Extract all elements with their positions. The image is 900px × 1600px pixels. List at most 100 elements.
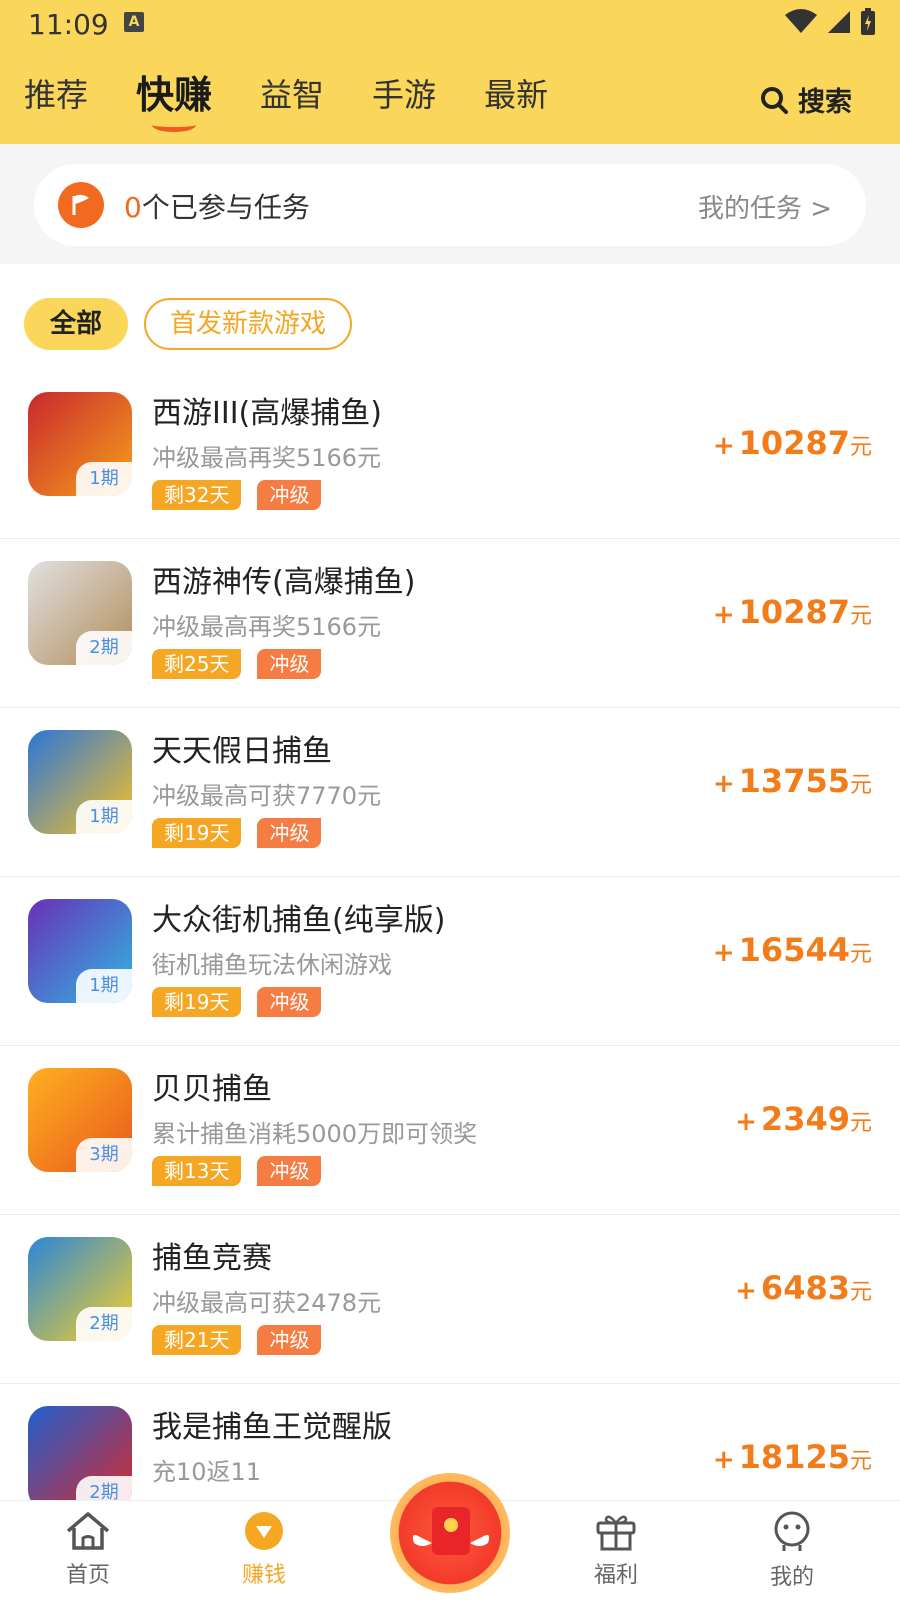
reward-amount: +2349元 — [735, 1100, 872, 1138]
game-row[interactable]: 3期 贝贝捕鱼累计捕鱼消耗5000万即可领奖 剩13天 冲级 +2349元 — [0, 1046, 900, 1215]
filter-all[interactable]: 全部 — [24, 298, 128, 350]
nav-profile[interactable]: 我的 — [732, 1511, 852, 1591]
bottom-nav: 首页 赚钱 福利 我的 — [0, 1473, 900, 1600]
reward-amount: +18125元 — [713, 1438, 872, 1476]
task-summary: 0个已参与任务 — [124, 186, 310, 226]
filter-new-games[interactable]: 首发新款游戏 — [144, 298, 353, 350]
game-tags: 剩13天 冲级 — [152, 1156, 322, 1186]
reward-value: 2349 — [760, 1100, 850, 1138]
reward-plus: + — [712, 431, 735, 461]
game-title: 捕鱼竞赛 — [152, 1241, 272, 1276]
tab-mobile-games[interactable]: 手游 — [372, 72, 436, 132]
level-up-tag: 冲级 — [257, 987, 322, 1017]
period-badge: 1期 — [76, 800, 132, 834]
reward-value: 10287 — [738, 593, 850, 631]
game-icon: 2期 — [28, 1406, 132, 1500]
reward-plus: + — [712, 938, 735, 968]
period-badge: 2期 — [76, 1307, 132, 1341]
signal-icon — [828, 11, 850, 33]
filter-chips: 全部 首发新款游戏 — [24, 298, 353, 350]
game-title: 西游III(高爆捕鱼) — [152, 396, 382, 431]
tab-puzzle[interactable]: 益智 — [260, 72, 324, 132]
period-badge: 2期 — [76, 631, 132, 665]
game-tags: 剩19天 冲级 — [152, 818, 322, 848]
game-description: 充10返11 — [152, 1458, 262, 1486]
game-icon: 2期 — [28, 1237, 132, 1341]
reward-plus: + — [712, 600, 735, 630]
game-row[interactable]: 1期 大众街机捕鱼(纯享版) 街机捕鱼玩法休闲游戏 剩19天 冲级 +16544元 — [0, 877, 900, 1046]
game-list-section: 全部 首发新款游戏 1期 西游III(高爆捕鱼) 冲级最高再奖5166元 剩32天 冲级… — [0, 264, 900, 1500]
game-tags: 剩21天 冲级 — [152, 1325, 322, 1355]
reward-amount: +10287元 — [713, 593, 872, 631]
reward-plus: + — [712, 1445, 735, 1475]
level-up-tag: 冲级 — [257, 818, 322, 848]
level-up-tag: 冲级 — [257, 1156, 322, 1186]
tab-quick-earn[interactable]: 快赚 — [136, 72, 212, 132]
search-button[interactable]: 搜索 — [760, 80, 852, 119]
reward-unit: 元 — [849, 604, 872, 629]
game-title: 西游神传(高爆捕鱼) — [152, 565, 416, 600]
task-section: 0个已参与任务 我的任务 > — [0, 144, 900, 264]
game-row[interactable]: 2期 捕鱼竞赛 冲级最高可获2478元 剩21天 冲级 +6483元 — [0, 1215, 900, 1384]
reward-value: 18125 — [738, 1438, 850, 1476]
game-description: 冲级最高再奖5166元 — [152, 444, 382, 472]
period-badge: 1期 — [76, 969, 132, 1003]
nav-welfare[interactable]: 福利 — [556, 1511, 676, 1589]
gift-icon — [596, 1515, 636, 1551]
nav-home-label: 首页 — [65, 1563, 110, 1588]
game-icon: 2期 — [28, 561, 132, 665]
game-icon: 1期 — [28, 730, 132, 834]
game-icon: 1期 — [28, 392, 132, 496]
nav-earn[interactable]: 赚钱 — [204, 1511, 324, 1589]
level-up-tag: 冲级 — [257, 480, 322, 510]
reward-value: 10287 — [738, 424, 850, 462]
notification-icon: A — [124, 12, 144, 32]
top-bar: 11:09 A 推荐 快赚 益智 手游 最新 搜索 — [0, 0, 900, 144]
nav-earn-label: 赚钱 — [241, 1563, 286, 1588]
flag-icon — [58, 182, 104, 228]
my-tasks-link[interactable]: 我的任务 > — [698, 188, 832, 225]
reward-amount: +13755元 — [713, 762, 872, 800]
level-up-tag: 冲级 — [257, 1325, 322, 1355]
game-tags: 剩19天 冲级 — [152, 987, 322, 1017]
search-icon — [761, 86, 788, 114]
search-label: 搜索 — [798, 87, 852, 118]
game-row[interactable]: 2期 西游神传(高爆捕鱼) 冲级最高再奖5166元 剩25天 冲级 +10287元 — [0, 539, 900, 708]
days-left-tag: 剩19天 — [152, 987, 242, 1017]
coin-icon — [245, 1512, 283, 1550]
tab-quick-earn-label: 快赚 — [136, 73, 213, 117]
game-title: 大众街机捕鱼(纯享版) — [152, 903, 446, 938]
tab-latest[interactable]: 最新 — [484, 72, 548, 132]
reward-plus: + — [712, 769, 735, 799]
days-left-tag: 剩19天 — [152, 818, 242, 848]
task-count: 0 — [124, 191, 142, 224]
reward-value: 16544 — [738, 931, 850, 969]
reward-amount: +16544元 — [713, 931, 872, 969]
game-description: 累计捕鱼消耗5000万即可领奖 — [152, 1120, 478, 1148]
days-left-tag: 剩32天 — [152, 480, 242, 510]
period-badge: 1期 — [76, 462, 132, 496]
category-tabs: 推荐 快赚 益智 手游 最新 — [24, 72, 596, 132]
home-icon — [66, 1512, 110, 1550]
reward-plus: + — [735, 1107, 757, 1137]
my-tasks-card[interactable]: 0个已参与任务 我的任务 > — [34, 164, 866, 246]
reward-unit: 元 — [849, 942, 872, 967]
status-icons — [784, 8, 876, 36]
nav-home[interactable]: 首页 — [28, 1511, 148, 1589]
game-row[interactable]: 1期 西游III(高爆捕鱼) 冲级最高再奖5166元 剩32天 冲级 +10287元 — [0, 370, 900, 539]
reward-unit: 元 — [849, 1449, 872, 1474]
game-row[interactable]: 1期 天天假日捕鱼 冲级最高可获7770元 剩19天 冲级 +13755元 — [0, 708, 900, 877]
game-description: 街机捕鱼玩法休闲游戏 — [152, 951, 392, 979]
red-packet-icon[interactable] — [390, 1473, 510, 1593]
profile-icon — [774, 1511, 810, 1551]
game-icon: 3期 — [28, 1068, 132, 1172]
game-description: 冲级最高再奖5166元 — [152, 613, 382, 641]
nav-welfare-label: 福利 — [593, 1563, 638, 1588]
nav-profile-label: 我的 — [769, 1565, 814, 1590]
reward-amount: +6483元 — [735, 1269, 872, 1307]
tab-recommend[interactable]: 推荐 — [24, 72, 88, 132]
game-title: 贝贝捕鱼 — [152, 1072, 272, 1107]
reward-unit: 元 — [849, 1280, 872, 1305]
game-list: 1期 西游III(高爆捕鱼) 冲级最高再奖5166元 剩32天 冲级 +10287元 2期西… — [0, 370, 900, 1500]
status-time: 11:09 — [28, 8, 109, 41]
